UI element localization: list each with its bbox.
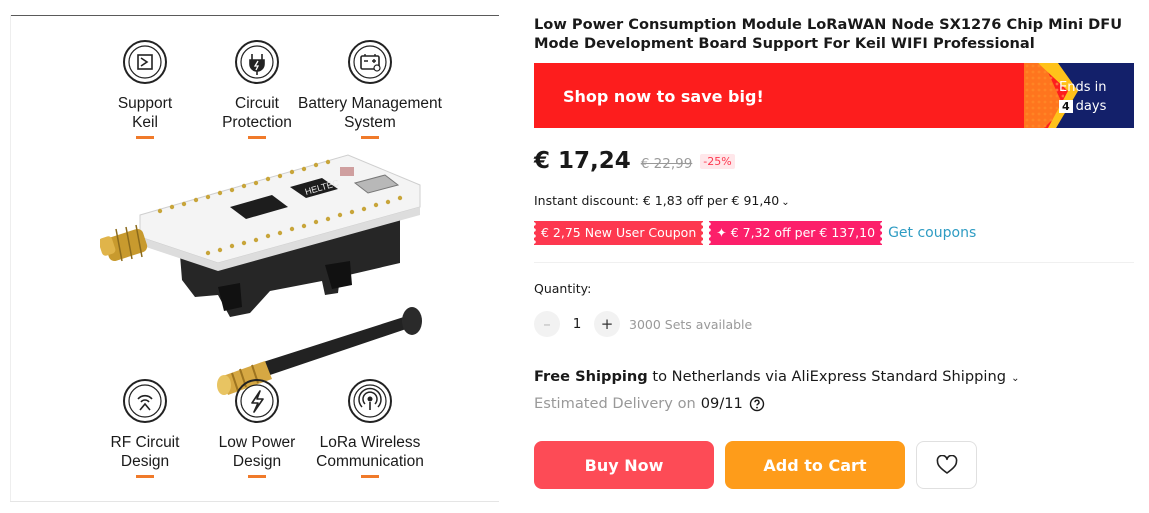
feature-label: LoRa Wireless Communication (316, 434, 424, 470)
feature-underline (248, 136, 266, 139)
feature-underline (248, 475, 266, 478)
buy-now-button[interactable]: Buy Now (534, 441, 714, 489)
feature-label: Battery Management System (298, 95, 442, 131)
image-top-border (10, 15, 499, 16)
original-price: € 22,99 (640, 156, 693, 172)
instant-discount-text: Instant discount: € 1,83 off per € 91,40 (534, 193, 780, 208)
feature-battery-management: Battery Management System (290, 38, 450, 139)
feature-lora-wireless: LoRa Wireless Communication (290, 377, 450, 478)
promo-banner-text: Shop now to save big! (563, 87, 764, 106)
feature-underline (136, 475, 154, 478)
heart-icon (936, 455, 957, 474)
chevron-down-icon: ⌄ (781, 197, 790, 208)
quantity-increase-button[interactable]: + (594, 311, 620, 337)
chevron-down-icon: ⌄ (1007, 373, 1020, 384)
delivery-date: 09/11 (700, 395, 743, 412)
product-info: Low Power Consumption Module LoRaWAN Nod… (534, 0, 1134, 513)
countdown-unit: days (1075, 99, 1107, 114)
delivery-estimate: Estimated Delivery on 09/11 (534, 395, 765, 412)
keil-icon (123, 40, 167, 84)
instant-discount[interactable]: Instant discount: € 1,83 off per € 91,40… (534, 193, 790, 208)
quantity-decrease-button[interactable]: – (534, 311, 560, 337)
quantity-label: Quantity: (534, 281, 592, 296)
low-power-icon (235, 379, 279, 423)
feature-underline (361, 136, 379, 139)
price-row: € 17,24 € 22,99 -25% (534, 148, 735, 180)
feature-underline (361, 475, 379, 478)
product-image[interactable]: Support Keil Circuit Protection Battery … (10, 15, 499, 502)
shipping-info[interactable]: Free Shipping to Netherlands via AliExpr… (534, 368, 1020, 385)
promo-banner[interactable]: Shop now to save big! Ends in 4 days (534, 63, 1134, 128)
shipping-detail: to Netherlands via AliExpress Standard S… (647, 368, 1006, 385)
image-bottom-border (10, 501, 499, 502)
product-title: Low Power Consumption Module LoRaWAN Nod… (534, 16, 1123, 52)
current-price: € 17,24 (534, 148, 631, 174)
feature-underline (136, 136, 154, 139)
countdown-value: 4 days (1059, 97, 1106, 116)
help-icon[interactable] (749, 396, 765, 412)
image-left-border (10, 15, 11, 502)
countdown: Ends in 4 days (1059, 78, 1106, 116)
lora-board-photo: HELTEC (100, 154, 422, 395)
new-user-coupon[interactable]: € 2,75 New User Coupon (534, 221, 704, 245)
free-shipping-label: Free Shipping (534, 368, 648, 385)
discount-badge: -25% (700, 154, 735, 169)
delivery-label: Estimated Delivery on (534, 395, 696, 412)
section-divider (534, 262, 1134, 263)
battery-management-icon (348, 40, 392, 84)
quantity-input[interactable]: 1 (560, 316, 594, 332)
circuit-protection-icon (235, 40, 279, 84)
coupon-row: € 2,75 New User Coupon ✦ € 7,32 off per … (534, 220, 976, 246)
countdown-label: Ends in (1059, 80, 1107, 95)
quantity-stepper: – 1 + 3000 Sets available (534, 311, 752, 337)
wishlist-button[interactable] (916, 441, 977, 489)
lora-wireless-icon (348, 379, 392, 423)
get-coupons-link[interactable]: Get coupons (888, 225, 976, 241)
countdown-days: 4 (1059, 100, 1073, 113)
stock-available: 3000 Sets available (629, 316, 753, 332)
store-coupon[interactable]: ✦ € 7,32 off per € 137,10 (709, 221, 883, 245)
add-to-cart-button[interactable]: Add to Cart (725, 441, 905, 489)
rf-circuit-icon (123, 379, 167, 423)
